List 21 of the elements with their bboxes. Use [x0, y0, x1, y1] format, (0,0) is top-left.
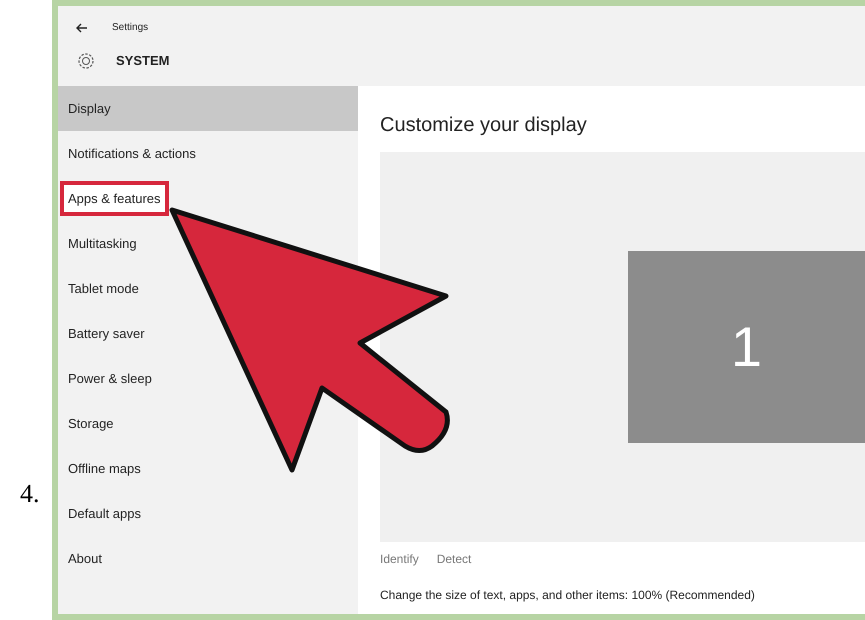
sidebar-item[interactable]: Storage	[64, 410, 118, 438]
step-number: 4.	[20, 478, 40, 510]
sidebar-item[interactable]: Battery saver	[64, 320, 149, 348]
sidebar-item[interactable]: Tablet mode	[64, 274, 143, 302]
page-title: Customize your display	[380, 113, 588, 138]
back-icon[interactable]	[76, 22, 88, 32]
sidebar-item[interactable]: Apps & features	[64, 184, 164, 212]
sidebar-item[interactable]: Notifications & actions	[64, 140, 200, 168]
gear-icon	[76, 51, 96, 71]
sidebar-item[interactable]: Multitasking	[64, 230, 141, 258]
sidebar-item[interactable]: About	[64, 544, 106, 572]
preview-link[interactable]: Identify	[380, 550, 419, 568]
sidebar-item[interactable]: Offline maps	[64, 454, 145, 482]
window-title: Settings	[112, 21, 148, 35]
scale-label: Change the size of text, apps, and other items: 100% (Recommended)	[380, 587, 756, 604]
monitor-number: 1	[730, 314, 762, 380]
sidebar-item[interactable]: Display	[58, 86, 358, 131]
preview-link[interactable]: Detect	[436, 550, 472, 568]
section-title: SYSTEM	[116, 52, 170, 70]
sidebar-item[interactable]: Default apps	[64, 500, 145, 528]
sidebar-item[interactable]: Power & sleep	[64, 364, 156, 392]
